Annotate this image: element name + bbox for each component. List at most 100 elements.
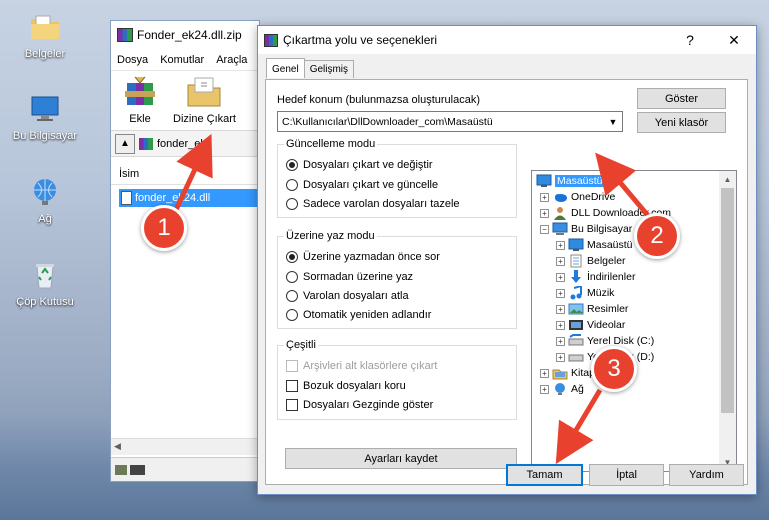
destination-path-combo[interactable]: C:\Kullanıcılar\DllDownloader_com\Masaüs… — [277, 111, 623, 132]
desktop-icon-belgeler[interactable]: Belgeler — [7, 10, 83, 60]
tab-genel[interactable]: Genel — [266, 58, 305, 78]
video-icon — [568, 318, 584, 332]
winrar-title: Fonder_ek24.dll.zip — [137, 28, 242, 42]
option-keep-broken[interactable]: Bozuk dosyaları koru — [286, 380, 406, 392]
cancel-button[interactable]: İptal — [589, 464, 664, 486]
overwrite-option-skip[interactable]: Varolan dosyaları atla — [286, 290, 409, 302]
tree-scrollbar[interactable]: ▲ ▼ — [719, 171, 736, 471]
update-option-refresh[interactable]: Sadece varolan dosyaları tazele — [286, 198, 460, 210]
expand-icon[interactable]: + — [540, 384, 549, 394]
radio-button[interactable] — [286, 159, 298, 171]
extract-to-button[interactable]: Dizine Çıkart — [173, 75, 236, 126]
tree-node-pc-desktop[interactable]: + Masaüstü — [556, 237, 633, 253]
tree-node-label: Bu Bilgisayar — [571, 223, 633, 235]
update-option-update[interactable]: Dosyaları çıkart ve güncelle — [286, 179, 438, 191]
tab-gelismis[interactable]: Gelişmiş — [303, 60, 355, 78]
chevron-down-icon[interactable]: ▼ — [604, 112, 622, 131]
desktop-icon-ag[interactable]: Ağ — [7, 175, 83, 225]
computer-icon — [28, 92, 62, 126]
overwrite-option-rename[interactable]: Otomatik yeniden adlandır — [286, 309, 431, 321]
expand-icon[interactable]: + — [556, 320, 565, 330]
overwrite-option-ask[interactable]: Üzerine yazmadan önce sor — [286, 251, 440, 263]
radio-button[interactable] — [286, 198, 298, 210]
expand-icon[interactable]: + — [556, 272, 565, 282]
expand-icon[interactable]: + — [540, 208, 549, 218]
add-button[interactable]: Ekle — [121, 75, 159, 126]
cloud-icon — [552, 190, 568, 204]
expand-icon[interactable]: + — [540, 192, 549, 202]
scroll-left-icon[interactable]: ◀ — [114, 441, 121, 452]
general-tab-panel: Hedef konum (bulunmazsa oluşturulacak) C… — [265, 79, 748, 485]
tree-node-onedrive[interactable]: + OneDrive — [540, 189, 615, 205]
desktop-icon-bu-bilgisayar[interactable]: Bu Bilgisayar — [7, 92, 83, 142]
option-label: Otomatik yeniden adlandır — [303, 309, 432, 321]
tree-node-downloads[interactable]: + İndirilenler — [556, 269, 635, 285]
dialog-title-bar: Çıkartma yolu ve seçenekleri ? ✕ — [258, 26, 756, 54]
tree-node-desktop[interactable]: Masaüstü — [536, 173, 605, 189]
expand-icon[interactable]: + — [540, 368, 549, 378]
menu-dosya[interactable]: Dosya — [117, 54, 148, 66]
tree-node-label: Belgeler — [587, 255, 626, 267]
horizontal-scrollbar[interactable]: ◀ — [111, 438, 259, 455]
desktop-icon-cop-kutusu[interactable]: Çöp Kutusu — [7, 258, 83, 308]
music-icon — [568, 284, 584, 300]
option-label: Sadece varolan dosyaları tazele — [303, 198, 460, 210]
tree-node-music[interactable]: + Müzik — [556, 284, 615, 301]
misc-title: Çeşitli — [284, 339, 318, 351]
winrar-menu-bar: Dosya Komutlar Araçla — [111, 49, 259, 71]
tree-node-label: Müzik — [587, 287, 615, 299]
tree-node-videos[interactable]: + Videolar — [556, 317, 625, 333]
column-header-name[interactable]: İsim — [111, 163, 259, 185]
tree-node-this-pc[interactable]: − Bu Bilgisayar — [540, 221, 632, 237]
network-icon — [552, 382, 568, 396]
overwrite-option-overwrite[interactable]: Sormadan üzerine yaz — [286, 271, 413, 283]
checkbox — [286, 360, 298, 372]
update-option-replace[interactable]: Dosyaları çıkart ve değiştir — [286, 159, 433, 171]
annotation-badge-1: 1 — [141, 205, 187, 251]
expand-icon[interactable]: + — [556, 336, 565, 346]
menu-araclar[interactable]: Araçla — [216, 54, 247, 66]
tree-node-pictures[interactable]: + Resimler — [556, 301, 628, 317]
expand-icon[interactable]: + — [556, 240, 565, 250]
radio-button[interactable] — [286, 251, 298, 263]
overwrite-mode-title: Üzerine yaz modu — [284, 230, 377, 242]
radio-button[interactable] — [286, 309, 298, 321]
user-icon — [552, 206, 568, 220]
new-folder-button[interactable]: Yeni klasör — [637, 112, 726, 133]
up-folder-button[interactable]: ▲ — [115, 133, 135, 154]
tree-node-label: Resimler — [587, 303, 629, 315]
folder-tree[interactable]: Masaüstü + OneDrive + DLL Downloader.com −… — [531, 170, 737, 472]
checkbox[interactable] — [286, 399, 298, 411]
expand-icon[interactable]: + — [556, 304, 565, 314]
option-show-in-explorer[interactable]: Dosyaları Gezginde göster — [286, 399, 433, 411]
help-dialog-button[interactable]: Yardım — [669, 464, 744, 486]
file-name: fonder_ek24.dll — [135, 192, 211, 204]
close-button[interactable]: ✕ — [712, 26, 756, 54]
ok-button[interactable]: Tamam — [506, 464, 583, 486]
expand-icon[interactable]: + — [556, 352, 565, 362]
expand-icon[interactable]: + — [556, 288, 565, 298]
radio-button[interactable] — [286, 290, 298, 302]
option-label: Üzerine yazmadan önce sor — [303, 251, 440, 263]
checkbox[interactable] — [286, 380, 298, 392]
winrar-path-bar: ▲ fonder_ek2 — [111, 131, 259, 157]
radio-button[interactable] — [286, 271, 298, 283]
help-button[interactable]: ? — [668, 26, 712, 54]
desktop-icon-label: Belgeler — [24, 48, 66, 60]
desktop-icon-label: Ağ — [38, 213, 52, 225]
radio-button[interactable] — [286, 179, 298, 191]
winrar-window: Fonder_ek24.dll.zip Dosya Komutlar Araçl… — [110, 20, 260, 482]
folder-icon — [28, 10, 62, 44]
tree-node-network[interactable]: + Ağ — [540, 381, 584, 397]
save-settings-button[interactable]: Ayarları kaydet — [285, 448, 517, 469]
scrollbar-thumb[interactable] — [721, 188, 734, 413]
scroll-up-icon[interactable]: ▲ — [719, 171, 736, 188]
menu-komutlar[interactable]: Komutlar — [160, 54, 204, 66]
file-row[interactable]: fonder_ek24.dll — [119, 189, 259, 207]
tree-node-documents[interactable]: + Belgeler — [556, 253, 626, 269]
expand-icon[interactable]: + — [556, 256, 565, 266]
show-button[interactable]: Göster — [637, 88, 726, 109]
collapse-icon[interactable]: − — [540, 224, 549, 234]
option-label: Bozuk dosyaları koru — [303, 380, 406, 392]
option-extract-subfolders: Arşivleri alt klasörlere çıkart — [286, 360, 437, 372]
